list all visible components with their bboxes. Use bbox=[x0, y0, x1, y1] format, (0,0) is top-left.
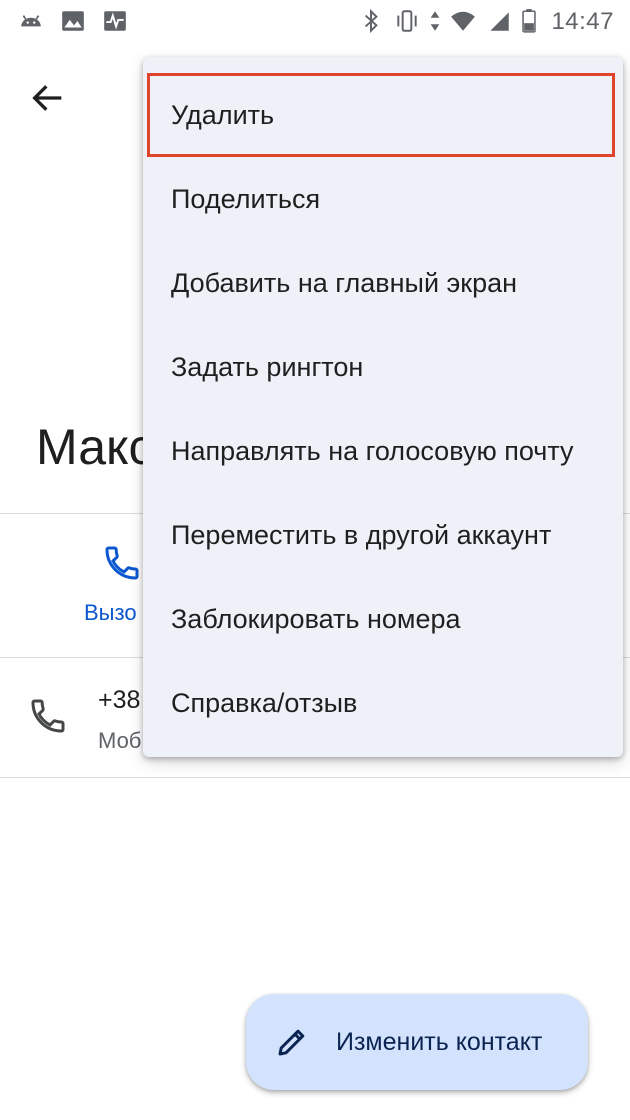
call-action-button[interactable] bbox=[102, 543, 142, 583]
android-icon bbox=[21, 15, 41, 27]
phone-row-icon-wrap bbox=[28, 696, 68, 736]
edit-contact-button[interactable]: Изменить контакт bbox=[246, 994, 588, 1090]
edit-contact-label: Изменить контакт bbox=[336, 1028, 543, 1056]
back-button[interactable] bbox=[28, 78, 68, 118]
overflow-menu: Удалить Поделиться Добавить на главный э… bbox=[143, 57, 623, 757]
pencil-icon bbox=[278, 1029, 305, 1056]
status-bar: 14:47 bbox=[0, 0, 630, 44]
phone-icon bbox=[31, 699, 65, 733]
back-arrow-icon bbox=[32, 85, 62, 111]
menu-item-add-to-home[interactable]: Добавить на главный экран bbox=[143, 241, 623, 325]
phone-number[interactable]: +38 bbox=[98, 686, 140, 715]
menu-item-help-feedback[interactable]: Справка/отзыв bbox=[143, 661, 623, 745]
phone-type: Моб bbox=[98, 728, 142, 753]
menu-item-set-ringtone[interactable]: Задать рингтон bbox=[143, 325, 623, 409]
vibrate-icon bbox=[397, 10, 417, 32]
phone-icon bbox=[105, 546, 139, 580]
menu-item-route-to-voicemail[interactable]: Направлять на голосовую почту bbox=[143, 409, 623, 493]
menu-item-share[interactable]: Поделиться bbox=[143, 157, 623, 241]
status-time: 14:47 bbox=[551, 8, 614, 35]
menu-item-move-to-account[interactable]: Переместить в другой аккаунт bbox=[143, 493, 623, 577]
battery-icon bbox=[522, 9, 536, 33]
contact-name: Макс bbox=[36, 419, 154, 475]
image-icon bbox=[62, 11, 84, 31]
bluetooth-icon bbox=[364, 8, 378, 34]
activity-monitor-icon bbox=[104, 11, 126, 31]
call-action-label[interactable]: Вызо bbox=[84, 600, 137, 626]
wifi-icon bbox=[451, 11, 475, 31]
divider bbox=[0, 777, 630, 778]
no-sim-icon bbox=[490, 12, 509, 31]
data-transfer-icon bbox=[430, 11, 440, 31]
menu-item-block-numbers[interactable]: Заблокировать номера bbox=[143, 577, 623, 661]
menu-item-delete[interactable]: Удалить bbox=[147, 73, 615, 157]
